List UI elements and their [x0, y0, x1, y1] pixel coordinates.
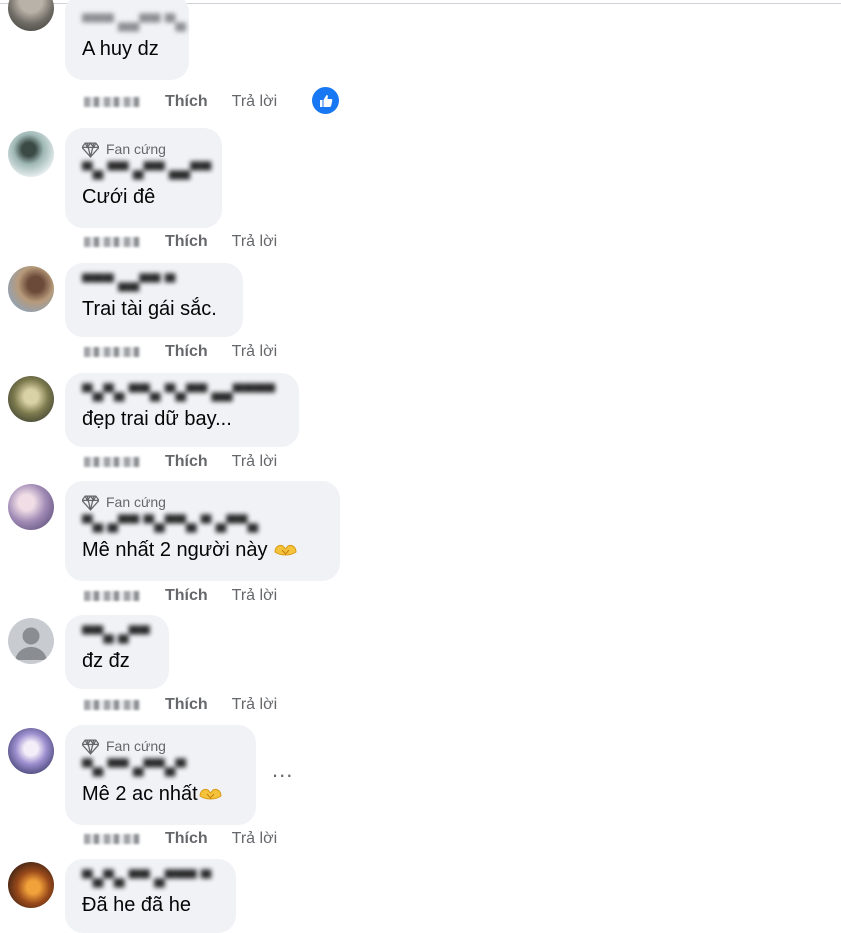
fan-badge: Fan cứng [82, 735, 239, 757]
avatar[interactable] [8, 0, 54, 31]
comment-actions: Thích Trả lời [84, 828, 277, 850]
reply-button[interactable]: Trả lời [232, 343, 277, 361]
commenter-name[interactable]: ▀▄ ▀▀ ▄▀▀ ▄▄▀▀ [82, 161, 211, 181]
reply-button[interactable]: Trả lời [232, 587, 277, 605]
comment-text: Mê nhất 2 người này [82, 537, 323, 563]
comment-timestamp[interactable] [84, 700, 140, 710]
avatar[interactable] [8, 618, 54, 664]
avatar[interactable] [8, 376, 54, 422]
commenter-name[interactable]: ▀▄ ▄▀▀ ▀▄▀▀▄ ▀ ▄▀▀▄ [82, 514, 323, 534]
comment-bubble: Fan cứng ▀▄ ▀▀ ▄▀▀ ▄▄▀▀ Cưới đê [65, 128, 222, 228]
reply-button[interactable]: Trả lời [232, 830, 277, 848]
like-reaction-icon[interactable] [312, 87, 339, 114]
heart-hands-emoji-icon [198, 783, 223, 800]
commenter-name[interactable]: ▀▀▀ ▄▄▀▀ ▀ [82, 273, 226, 293]
reply-button[interactable]: Trả lời [232, 93, 277, 111]
more-options-icon[interactable]: ... [272, 759, 300, 783]
comment-bubble: Fan cứng ▀▄ ▄▀▀ ▀▄▀▀▄ ▀ ▄▀▀▄ Mê nhất 2 n… [65, 481, 340, 581]
commenter-name[interactable]: ▀▀▄ ▄▀▀ [82, 625, 152, 645]
comment-timestamp[interactable] [84, 591, 140, 601]
comment-bubble: ▀▀▄ ▄▀▀ đz đz [65, 615, 169, 689]
like-button[interactable]: Thích [165, 93, 208, 111]
comment-actions: Thích Trả lời [84, 231, 277, 253]
avatar[interactable] [8, 131, 54, 177]
comment-actions: Thích Trả lời [84, 91, 277, 113]
comment-text: Trai tài gái sắc. [82, 298, 217, 320]
like-button[interactable]: Thích [165, 453, 208, 471]
comment-bubble: Fan cứng ▀▄ ▀▀ ▄▀▀▄▀ Mê 2 ac nhất [65, 725, 256, 825]
comment-actions: Thích Trả lời [84, 585, 277, 607]
comment-bubble: ▀▄▀▄ ▀▀▄ ▀▄▀▀ ▄▄▀▀▀▀ đẹp trai dữ bay... [65, 373, 299, 447]
like-button[interactable]: Thích [165, 343, 208, 361]
commenter-name[interactable]: ▀▄▀▄ ▀▀▄ ▀▄▀▀ ▄▄▀▀▀▀ [82, 383, 282, 403]
reply-button[interactable]: Trả lời [232, 233, 277, 251]
like-button[interactable]: Thích [165, 233, 208, 251]
like-button[interactable]: Thích [165, 696, 208, 714]
comment-text: đz đz [82, 650, 130, 672]
comment-text: đẹp trai dữ bay... [82, 408, 232, 430]
reply-button[interactable]: Trả lời [232, 453, 277, 471]
fan-badge: Fan cứng [82, 491, 323, 513]
like-button[interactable]: Thích [165, 830, 208, 848]
comment-timestamp[interactable] [84, 97, 140, 107]
comment-text: Mê 2 ac nhất [82, 781, 239, 807]
diamond-icon [82, 494, 99, 511]
heart-hands-emoji-icon [273, 539, 298, 556]
comment-bubble: ▀▄▀▄ ▀▀ ▄▀▀▀ ▀ Đã he đã he [65, 859, 236, 933]
comment-timestamp[interactable] [84, 834, 140, 844]
comment-bubble: ▀▀▀ ▄▄▀▀ ▀ Trai tài gái sắc. [65, 263, 243, 337]
like-button[interactable]: Thích [165, 587, 208, 605]
fan-badge: Fan cứng [82, 138, 205, 160]
reply-button[interactable]: Trả lời [232, 696, 277, 714]
default-avatar-icon [15, 627, 47, 660]
comment-bubble: ▀▀▀ ▄▄▀▀ ▀▄ A huy dz [65, 0, 189, 80]
comment-text: A huy dz [82, 38, 159, 60]
comment-text: Đã he đã he [82, 894, 191, 916]
avatar[interactable] [8, 862, 54, 908]
comment-timestamp[interactable] [84, 237, 140, 247]
comment-actions: Thích Trả lời [84, 694, 277, 716]
commenter-name[interactable]: ▀▀▀ ▄▄▀▀ ▀▄ [82, 13, 186, 33]
comment-actions: Thích Trả lời [84, 451, 277, 473]
commenter-name[interactable]: ▀▄ ▀▀ ▄▀▀▄▀ [82, 758, 239, 778]
avatar[interactable] [8, 484, 54, 530]
comment-text: Cưới đê [82, 186, 156, 208]
avatar[interactable] [8, 266, 54, 312]
diamond-icon [82, 738, 99, 755]
avatar[interactable] [8, 728, 54, 774]
commenter-name[interactable]: ▀▄▀▄ ▀▀ ▄▀▀▀ ▀ [82, 869, 219, 889]
diamond-icon [82, 141, 99, 158]
comment-timestamp[interactable] [84, 347, 140, 357]
comment-timestamp[interactable] [84, 457, 140, 467]
comment-actions: Thích Trả lời [84, 341, 277, 363]
